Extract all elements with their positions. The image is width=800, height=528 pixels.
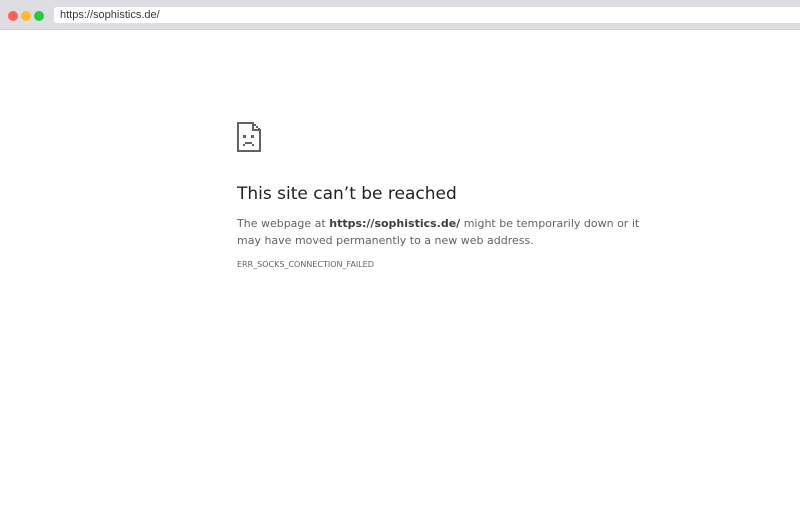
error-code: ERR_SOCKS_CONNECTION_FAILED: [237, 260, 374, 269]
close-window-button[interactable]: [8, 11, 18, 21]
error-description: The webpage at https://sophistics.de/ mi…: [237, 215, 657, 249]
maximize-window-button[interactable]: [34, 11, 44, 21]
address-bar[interactable]: https://sophistics.de/: [54, 7, 800, 23]
description-url: https://sophistics.de/: [329, 217, 461, 230]
description-prefix: The webpage at: [237, 217, 330, 230]
sad-page-icon: [237, 122, 261, 152]
browser-window: https://sophistics.de/ This site can’t b…: [0, 0, 800, 528]
error-page: This site can’t be reached The webpage a…: [0, 31, 800, 528]
minimize-window-button[interactable]: [21, 11, 31, 21]
browser-titlebar: https://sophistics.de/: [0, 0, 800, 30]
error-title: This site can’t be reached: [237, 184, 457, 204]
